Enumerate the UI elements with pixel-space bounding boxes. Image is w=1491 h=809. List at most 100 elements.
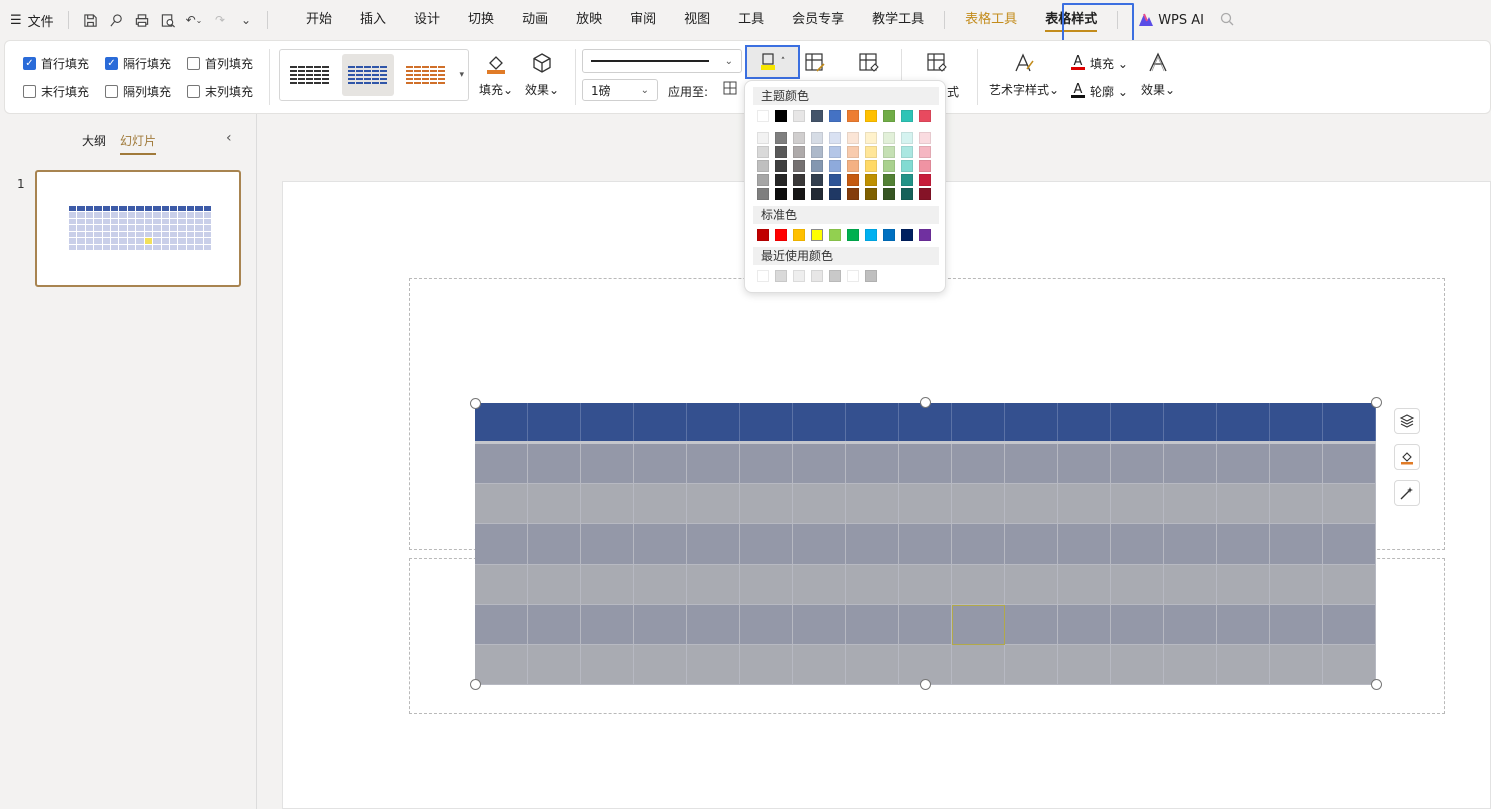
table-header-cell[interactable] [1005, 403, 1058, 441]
table-cell[interactable] [687, 644, 740, 685]
tab-slideshow[interactable]: 放映 [562, 0, 616, 40]
table-cell[interactable] [1164, 604, 1217, 645]
table-cell[interactable] [528, 564, 581, 605]
theme-shade-swatch[interactable] [865, 160, 877, 172]
draw-table-button[interactable] [803, 51, 827, 75]
table-cell[interactable] [1217, 524, 1270, 565]
table-cell[interactable] [634, 484, 687, 525]
standard-color-swatch[interactable] [775, 229, 787, 241]
table-header-cell[interactable] [899, 403, 952, 441]
recent-color-swatch[interactable] [811, 270, 823, 282]
pen-color-button[interactable]: ˄ [745, 45, 800, 79]
theme-shade-swatch[interactable] [919, 188, 931, 200]
theme-color-swatch[interactable] [847, 110, 859, 122]
line-weight-select[interactable]: 1磅 ⌄ [582, 79, 658, 101]
theme-shade-swatch[interactable] [811, 174, 823, 186]
theme-shade-swatch[interactable] [847, 174, 859, 186]
table-cell[interactable] [1323, 604, 1376, 645]
theme-color-swatch[interactable] [901, 110, 913, 122]
theme-shade-swatch[interactable] [901, 188, 913, 200]
theme-shade-swatch[interactable] [775, 174, 787, 186]
theme-shade-swatch[interactable] [811, 146, 823, 158]
table-style-dark[interactable] [284, 54, 336, 96]
theme-shade-swatch[interactable] [829, 146, 841, 158]
table-cell[interactable] [634, 444, 687, 485]
table-cell[interactable] [1111, 604, 1164, 645]
table-cell[interactable] [1005, 604, 1058, 645]
theme-shade-swatch[interactable] [883, 160, 895, 172]
table-header-cell[interactable] [740, 403, 793, 441]
magic-tools-button[interactable] [1394, 480, 1420, 506]
table-cell[interactable] [1058, 564, 1111, 605]
theme-shade-swatch[interactable] [901, 146, 913, 158]
checkbox-last-column[interactable]: 末列填充 [187, 83, 253, 100]
gallery-expand-icon[interactable]: ▾ [459, 70, 464, 80]
table-cell[interactable] [1164, 644, 1217, 685]
theme-shade-swatch[interactable] [865, 132, 877, 144]
text-outline-button[interactable]: A 轮廓 ⌄ [1071, 83, 1128, 100]
table-cell[interactable] [1164, 524, 1217, 565]
table-header-cell[interactable] [793, 403, 846, 441]
table-header-cell[interactable] [952, 403, 1005, 441]
table-cell[interactable] [475, 524, 528, 565]
table-style-blue[interactable] [341, 54, 394, 96]
table-cell[interactable] [793, 484, 846, 525]
theme-shade-swatch[interactable] [919, 146, 931, 158]
link-icon[interactable] [107, 11, 125, 29]
standard-color-swatch[interactable] [793, 229, 805, 241]
table-cell[interactable] [634, 604, 687, 645]
resize-handle[interactable] [470, 679, 481, 690]
recent-color-swatch[interactable] [775, 270, 787, 282]
tab-review[interactable]: 审阅 [616, 0, 670, 40]
theme-shade-swatch[interactable] [919, 174, 931, 186]
theme-shade-swatch[interactable] [901, 160, 913, 172]
table-cell[interactable] [1217, 604, 1270, 645]
standard-color-swatch[interactable] [901, 229, 913, 241]
theme-shade-swatch[interactable] [757, 174, 769, 186]
tab-outline[interactable]: 大纲 [82, 132, 106, 155]
table-cell[interactable] [1270, 604, 1323, 645]
theme-shade-swatch[interactable] [811, 188, 823, 200]
table-cell[interactable] [687, 564, 740, 605]
table-cell[interactable] [1217, 484, 1270, 525]
table-header-cell[interactable] [1323, 403, 1376, 441]
theme-color-swatch[interactable] [883, 110, 895, 122]
theme-shade-swatch[interactable] [847, 160, 859, 172]
table-cell[interactable] [1111, 484, 1164, 525]
table-cell[interactable] [793, 524, 846, 565]
table-cell[interactable] [740, 484, 793, 525]
table-cell[interactable] [846, 644, 899, 685]
checkbox-box[interactable] [187, 85, 200, 98]
resize-handle[interactable] [1371, 397, 1382, 408]
text-fill-button[interactable]: A 填充 ⌄ [1071, 55, 1128, 72]
table-cell[interactable] [687, 604, 740, 645]
table-cell[interactable] [634, 564, 687, 605]
theme-shade-swatch[interactable] [865, 146, 877, 158]
theme-shade-swatch[interactable] [775, 188, 787, 200]
standard-color-swatch[interactable] [883, 229, 895, 241]
table-cell[interactable] [1111, 564, 1164, 605]
table-header-cell[interactable] [475, 403, 528, 441]
table[interactable] [475, 403, 1376, 685]
save-icon[interactable] [81, 11, 99, 29]
table-cell[interactable] [1111, 524, 1164, 565]
checkbox-box[interactable] [187, 57, 200, 70]
table-cell[interactable] [1217, 564, 1270, 605]
table-cell[interactable] [952, 564, 1005, 605]
standard-color-swatch[interactable] [919, 229, 931, 241]
checkbox-box[interactable] [105, 85, 118, 98]
table-cell[interactable] [581, 524, 634, 565]
table-cell[interactable] [687, 524, 740, 565]
table-cell[interactable] [1058, 524, 1111, 565]
table-cell[interactable] [581, 444, 634, 485]
undo-icon[interactable]: ↶ ⌄ [185, 11, 203, 29]
checkbox-box[interactable] [23, 57, 36, 70]
resize-handle[interactable] [470, 398, 481, 409]
table-cell[interactable] [1111, 644, 1164, 685]
checkbox-box[interactable] [105, 57, 118, 70]
table-cell[interactable] [528, 444, 581, 485]
table-cell[interactable] [581, 564, 634, 605]
table-cell[interactable] [528, 604, 581, 645]
border-grid-icon[interactable] [723, 81, 737, 98]
table-cell[interactable] [528, 524, 581, 565]
